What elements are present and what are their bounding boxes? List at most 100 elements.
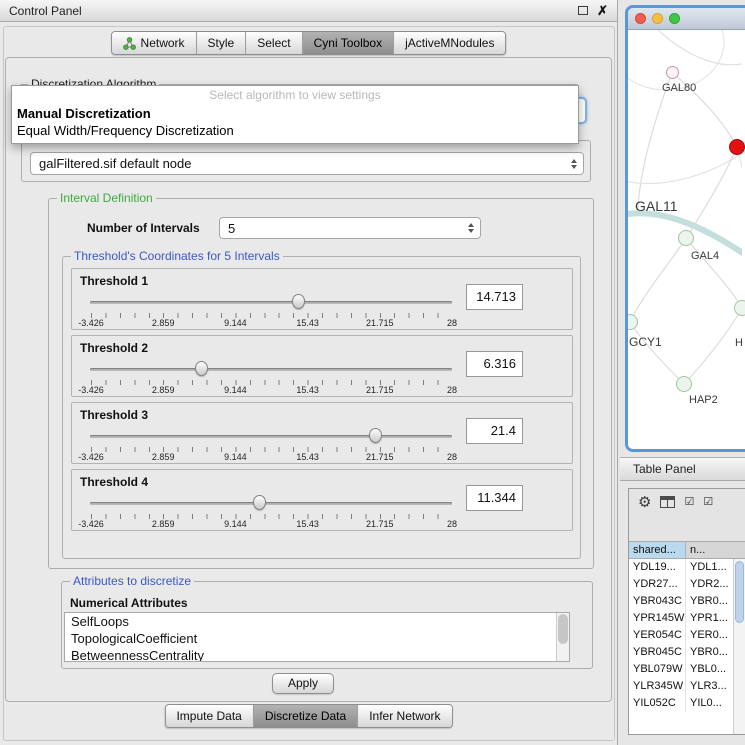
table-row[interactable]: YLR345WYLR3... <box>629 678 745 695</box>
attributes-group-label: Attributes to discretize <box>70 574 194 588</box>
table-row[interactable]: YBR043CYBR0... <box>629 593 745 610</box>
list-item[interactable]: TopologicalCoefficient <box>65 630 569 647</box>
scale-label: -3.426 <box>78 385 104 395</box>
tab-jactivemodules[interactable]: jActiveMNodules <box>393 32 505 54</box>
scrollbar-thumb[interactable] <box>735 561 744 623</box>
slider-scale: -3.426 2.859 9.144 15.43 21.715 28 <box>91 385 452 395</box>
cell[interactable]: YDL19... <box>629 559 686 576</box>
columns-icon[interactable] <box>660 496 675 508</box>
tab-discretize-data[interactable]: Discretize Data <box>253 705 357 727</box>
table-panel-header[interactable]: Table Panel <box>620 457 745 481</box>
cell[interactable]: YBR045C <box>629 644 686 661</box>
slider-thumb[interactable] <box>369 428 382 443</box>
threshold-2-value-field[interactable]: 6.316 <box>466 351 523 377</box>
network-canvas[interactable]: GAL80 GAL11 GAL4 GCY1 HAP2 H <box>628 30 745 449</box>
tab-impute-data-label: Impute Data <box>176 706 241 727</box>
table-header-row: shared... n... <box>629 541 745 559</box>
network-node[interactable] <box>676 376 692 392</box>
cell[interactable]: YLR345W <box>629 678 686 695</box>
scrollbar-thumb[interactable] <box>558 614 568 644</box>
tab-impute-data[interactable]: Impute Data <box>165 705 252 727</box>
close-icon[interactable]: ✗ <box>597 4 608 17</box>
numerical-attributes-list[interactable]: SelfLoops TopologicalCoefficient Between… <box>64 612 570 662</box>
table-data-combobox[interactable]: galFiltered.sif default node <box>30 152 584 175</box>
table-row[interactable]: YPR145WYPR1... <box>629 610 745 627</box>
list-scrollbar[interactable] <box>556 613 569 661</box>
num-intervals-label: Number of Intervals <box>87 221 200 235</box>
zoom-traffic-button[interactable] <box>669 13 680 24</box>
table-body[interactable]: YDL19...YDL1... YDR27...YDR2... YBR043CY… <box>629 559 745 734</box>
tab-select[interactable]: Select <box>245 32 301 54</box>
slider-thumb[interactable] <box>195 361 208 376</box>
window-titlebar[interactable]: Control Panel ✗ <box>0 0 617 22</box>
tab-cyni-toolbox[interactable]: Cyni Toolbox <box>302 32 393 54</box>
threshold-3-value-field[interactable]: 21.4 <box>466 418 523 444</box>
num-intervals-combobox[interactable]: 5 <box>219 217 481 239</box>
tab-infer-network[interactable]: Infer Network <box>357 705 451 727</box>
dropdown-option-equal-width[interactable]: Equal Width/Frequency Discretization <box>12 122 578 139</box>
cell[interactable]: YDR27... <box>629 576 686 593</box>
slider-thumb[interactable] <box>253 495 266 510</box>
apply-button[interactable]: Apply <box>272 673 334 694</box>
table-row[interactable]: YDR27...YDR2... <box>629 576 745 593</box>
table-row[interactable]: YER054CYER0... <box>629 627 745 644</box>
cell[interactable]: YBL079W <box>629 661 686 678</box>
scale-label: 28 <box>447 519 457 529</box>
network-node[interactable] <box>678 230 694 246</box>
threshold-4-slider[interactable] <box>90 495 452 511</box>
list-item[interactable]: SelfLoops <box>65 613 569 630</box>
network-node[interactable] <box>734 300 745 316</box>
threshold-4-value-field[interactable]: 11.344 <box>466 485 523 511</box>
slider-thumb[interactable] <box>292 294 305 309</box>
scale-label: 28 <box>447 452 457 462</box>
select-none-checkbox-icon[interactable]: ☑ <box>703 497 713 508</box>
close-traffic-button[interactable] <box>635 13 646 24</box>
threshold-2-slider[interactable] <box>90 361 452 377</box>
window-title: Control Panel <box>9 4 82 18</box>
network-node-highlighted[interactable] <box>729 139 745 155</box>
table-row[interactable]: YBR045CYBR0... <box>629 644 745 661</box>
threshold-3-slider[interactable] <box>90 428 452 444</box>
minimize-traffic-button[interactable] <box>652 13 663 24</box>
scale-label: -3.426 <box>78 519 104 529</box>
slider-track[interactable] <box>90 301 452 304</box>
select-all-checkbox-icon[interactable]: ☑ <box>684 497 694 508</box>
slider-track[interactable] <box>90 435 452 438</box>
scale-label: 2.859 <box>152 452 175 462</box>
tab-network[interactable]: Network <box>112 32 196 54</box>
node-label: GAL4 <box>691 250 719 262</box>
tab-cyni-toolbox-label: Cyni Toolbox <box>314 33 382 54</box>
cell[interactable]: YPR145W <box>629 610 686 627</box>
column-header-shared-name[interactable]: shared... <box>629 542 686 558</box>
scale-label: -3.426 <box>78 452 104 462</box>
threshold-1-slider[interactable] <box>90 294 452 310</box>
tab-style[interactable]: Style <box>196 32 246 54</box>
node-label: GAL80 <box>662 82 696 94</box>
threshold-1-value-field[interactable]: 14.713 <box>466 284 523 310</box>
dropdown-option-manual[interactable]: Manual Discretization <box>12 105 578 122</box>
scale-label: 2.859 <box>152 519 175 529</box>
table-row[interactable]: YIL052CYIL0... <box>629 695 745 712</box>
cell[interactable]: YBR043C <box>629 593 686 610</box>
cyni-mode-tabs: Impute Data Discretize Data Infer Networ… <box>164 704 452 728</box>
float-window-icon[interactable] <box>578 6 588 15</box>
scale-label: 2.859 <box>152 385 175 395</box>
tab-infer-network-label: Infer Network <box>369 706 440 727</box>
table-row[interactable]: YBL079WYBL0... <box>629 661 745 678</box>
scale-label: 9.144 <box>224 318 247 328</box>
table-data-group: Table Data galFiltered.sif default node <box>21 140 591 182</box>
slider-track[interactable] <box>90 368 452 371</box>
slider-track[interactable] <box>90 502 452 505</box>
scale-label: 15.43 <box>296 318 319 328</box>
list-item[interactable]: BetweennessCentrality <box>65 647 569 662</box>
cell[interactable]: YER054C <box>629 627 686 644</box>
column-header-name[interactable]: n... <box>686 542 745 558</box>
network-window-titlebar[interactable] <box>628 8 745 30</box>
table-scrollbar[interactable] <box>733 559 745 734</box>
scale-label: -3.426 <box>78 318 104 328</box>
gear-icon[interactable]: ⚙ <box>638 495 651 510</box>
table-row[interactable]: YDL19...YDL1... <box>629 559 745 576</box>
network-node[interactable] <box>666 66 679 79</box>
cyni-toolbox-panel: Discretization Algorithm Select algorith… <box>5 57 612 702</box>
cell[interactable]: YIL052C <box>629 695 686 712</box>
